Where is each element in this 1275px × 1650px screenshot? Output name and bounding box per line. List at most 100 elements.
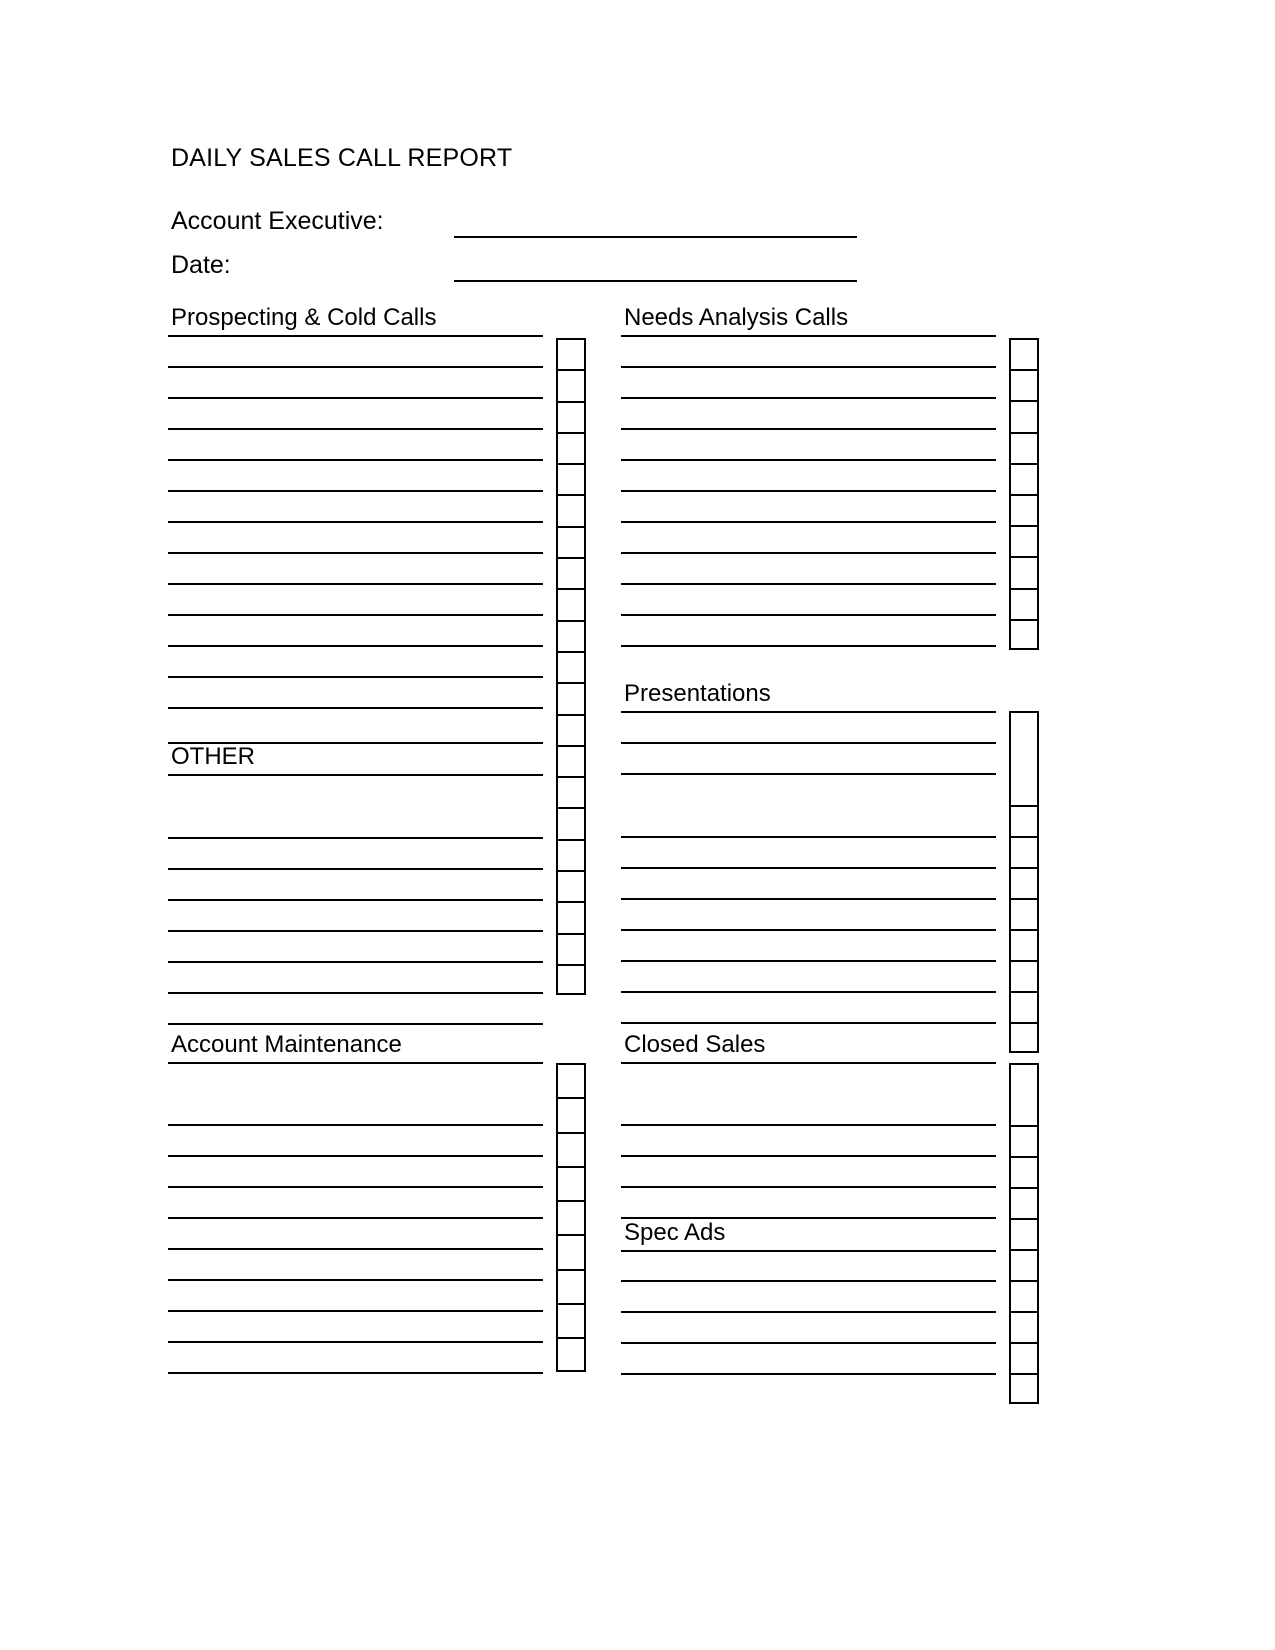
section-underline-presentations[interactable]: [621, 711, 996, 713]
tally-checkbox[interactable]: [1009, 1156, 1039, 1187]
tally-checkbox[interactable]: [556, 1268, 586, 1304]
write-line[interactable]: [168, 521, 543, 523]
tally-checkbox[interactable]: [1009, 338, 1039, 370]
write-line[interactable]: [621, 1342, 996, 1344]
tally-checkbox[interactable]: [556, 1303, 586, 1338]
write-line[interactable]: [168, 428, 543, 430]
tally-checkbox[interactable]: [1009, 587, 1039, 619]
date-input-rule[interactable]: [454, 280, 857, 282]
write-line[interactable]: [621, 960, 996, 962]
write-line[interactable]: [621, 366, 996, 368]
tally-checkbox[interactable]: [1009, 1342, 1039, 1373]
write-line[interactable]: [621, 490, 996, 492]
tally-checkbox[interactable]: [1009, 1125, 1039, 1156]
write-line[interactable]: [621, 929, 996, 931]
write-line[interactable]: [168, 1279, 543, 1281]
write-line[interactable]: [168, 645, 543, 647]
tally-checkbox[interactable]: [1009, 1218, 1039, 1249]
write-line[interactable]: [168, 868, 543, 870]
write-line[interactable]: [168, 459, 543, 461]
tally-checkbox[interactable]: [556, 807, 586, 839]
write-line[interactable]: [168, 1248, 543, 1250]
tally-checkbox[interactable]: [1009, 836, 1039, 867]
tally-checkbox[interactable]: [556, 1234, 586, 1269]
write-line[interactable]: [621, 1186, 996, 1188]
tally-checkbox[interactable]: [1009, 1280, 1039, 1311]
tally-checkbox[interactable]: [1009, 805, 1039, 836]
tally-checkbox[interactable]: [556, 619, 586, 651]
write-line[interactable]: [168, 1155, 543, 1157]
write-line[interactable]: [621, 1280, 996, 1282]
write-line[interactable]: [621, 397, 996, 399]
tally-checkbox[interactable]: [556, 682, 586, 714]
section-underline-prospecting-cold-calls[interactable]: [168, 335, 543, 337]
write-line[interactable]: [621, 583, 996, 585]
write-line[interactable]: [621, 459, 996, 461]
write-line[interactable]: [621, 1155, 996, 1157]
tally-checkbox[interactable]: [1009, 556, 1039, 588]
tally-checkbox[interactable]: [556, 400, 586, 432]
section-underline-needs-analysis-calls[interactable]: [621, 335, 996, 337]
tally-checkbox[interactable]: [556, 369, 586, 401]
tally-checkbox[interactable]: [1009, 1187, 1039, 1218]
write-line[interactable]: [621, 773, 996, 775]
write-line[interactable]: [621, 1022, 996, 1024]
write-line[interactable]: [621, 645, 996, 647]
write-line[interactable]: [621, 1124, 996, 1126]
tally-checkbox[interactable]: [556, 588, 586, 620]
account-executive-input-rule[interactable]: [454, 236, 857, 238]
tally-checkbox[interactable]: [556, 557, 586, 589]
write-line[interactable]: [621, 521, 996, 523]
tally-checkbox[interactable]: [556, 1063, 586, 1098]
tally-checkbox[interactable]: [556, 870, 586, 902]
write-line[interactable]: [621, 742, 996, 744]
tally-checkbox[interactable]: [556, 650, 586, 683]
section-underline-other[interactable]: [168, 774, 543, 776]
tally-checkbox[interactable]: [1009, 867, 1039, 898]
write-line[interactable]: [168, 397, 543, 399]
tally-checkbox[interactable]: [1009, 1063, 1039, 1125]
section-underline-spec-ads[interactable]: [621, 1250, 996, 1252]
write-line[interactable]: [621, 991, 996, 993]
tally-checkbox[interactable]: [1009, 462, 1039, 494]
write-line[interactable]: [621, 1311, 996, 1313]
tally-checkbox[interactable]: [556, 1200, 586, 1235]
write-line[interactable]: [168, 961, 543, 963]
write-line[interactable]: [621, 1373, 996, 1375]
write-line[interactable]: [168, 552, 543, 554]
tally-checkbox[interactable]: [556, 338, 586, 370]
write-line[interactable]: [168, 614, 543, 616]
write-line[interactable]: [621, 428, 996, 430]
write-line[interactable]: [168, 899, 543, 901]
write-line[interactable]: [168, 1023, 543, 1025]
write-line[interactable]: [621, 614, 996, 616]
write-line[interactable]: [168, 366, 543, 368]
tally-checkbox[interactable]: [1009, 991, 1039, 1022]
write-line[interactable]: [621, 867, 996, 869]
tally-checkbox[interactable]: [1009, 618, 1039, 650]
write-line[interactable]: [168, 1124, 543, 1126]
tally-checkbox[interactable]: [1009, 525, 1039, 557]
write-line[interactable]: [168, 707, 543, 709]
write-line[interactable]: [168, 490, 543, 492]
tally-checkbox[interactable]: [556, 1337, 586, 1372]
write-line[interactable]: [621, 898, 996, 900]
write-line[interactable]: [168, 992, 543, 994]
tally-checkbox[interactable]: [1009, 1249, 1039, 1280]
tally-checkbox[interactable]: [1009, 1373, 1039, 1404]
section-underline-account-maintenance[interactable]: [168, 1062, 543, 1064]
tally-checkbox[interactable]: [556, 963, 586, 996]
tally-checkbox[interactable]: [1009, 711, 1039, 805]
tally-checkbox[interactable]: [1009, 369, 1039, 401]
tally-checkbox[interactable]: [556, 1131, 586, 1166]
section-overline-other[interactable]: [168, 742, 543, 744]
tally-checkbox[interactable]: [556, 1165, 586, 1201]
tally-checkbox[interactable]: [556, 525, 586, 558]
write-line[interactable]: [168, 1310, 543, 1312]
write-line[interactable]: [621, 552, 996, 554]
tally-checkbox[interactable]: [1009, 1311, 1039, 1342]
write-line[interactable]: [168, 1217, 543, 1219]
write-line[interactable]: [168, 1341, 543, 1343]
tally-checkbox[interactable]: [1009, 929, 1039, 960]
tally-checkbox[interactable]: [556, 431, 586, 464]
